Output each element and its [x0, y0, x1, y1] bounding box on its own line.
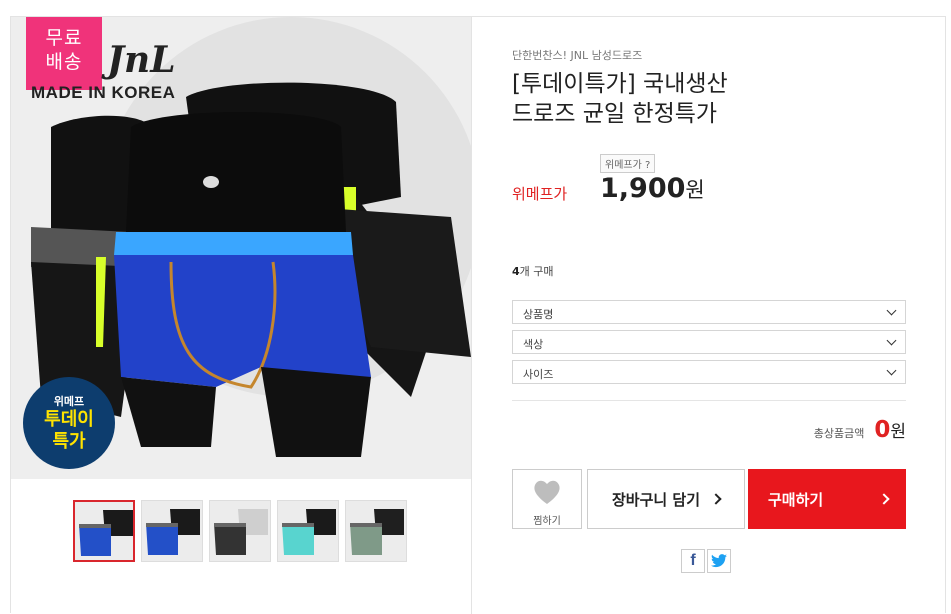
- social-share: f: [681, 549, 731, 573]
- thumbnail-3[interactable]: [209, 500, 271, 562]
- purchase-count: 4개 구매: [512, 263, 554, 279]
- today-badge-line2: 특가: [52, 431, 86, 452]
- chevron-right-icon: [710, 493, 722, 505]
- thumbnail-4[interactable]: [277, 500, 339, 562]
- thumbnail-image: [75, 502, 133, 560]
- today-badge-brand: 위메프: [53, 395, 85, 408]
- facebook-share-button[interactable]: f: [681, 549, 705, 573]
- total-price-label: 총상품금액: [813, 427, 865, 440]
- buy-now-button[interactable]: 구매하기: [748, 469, 906, 529]
- total-price-unit: 원: [890, 422, 906, 442]
- wish-button-label: 찜하기: [533, 516, 561, 527]
- shop-name[interactable]: 단한번찬스! JNL 남성드로즈: [512, 47, 642, 63]
- divider: [512, 400, 906, 401]
- total-price: 총상품금액 0원: [814, 417, 906, 443]
- free-shipping-line1: 무료: [45, 27, 83, 49]
- thumbnail-2[interactable]: [141, 500, 203, 562]
- price: 1,900원: [600, 173, 705, 204]
- product-detail-panel: 무료 배송 JnL MADE IN KOREA 위메프 투데이 특가 단한번찬스…: [10, 16, 946, 614]
- total-price-amount: 0원: [874, 417, 906, 443]
- chevron-down-icon: [886, 335, 897, 346]
- add-to-cart-label: 장바구니 담기: [611, 490, 701, 509]
- purchase-count-suffix: 개 구매: [519, 265, 554, 278]
- option-select-size[interactable]: 사이즈: [512, 360, 906, 384]
- thumbnail-image: [210, 501, 270, 561]
- wish-button[interactable]: 찜하기: [512, 469, 582, 529]
- product-gallery: 무료 배송 JnL MADE IN KOREA 위메프 투데이 특가: [11, 17, 472, 614]
- thumbnail-1[interactable]: [73, 500, 135, 562]
- option-select-label: 사이즈: [523, 368, 554, 381]
- chevron-down-icon: [886, 305, 897, 316]
- option-select-label: 상품명: [523, 308, 554, 321]
- made-in-korea-label: MADE IN KOREA: [31, 83, 176, 102]
- chevron-right-icon: [878, 493, 890, 505]
- add-to-cart-button[interactable]: 장바구니 담기: [587, 469, 745, 529]
- price-value: 1,900: [600, 173, 686, 204]
- twitter-icon: [711, 554, 727, 568]
- product-main-image[interactable]: 무료 배송 JnL MADE IN KOREA 위메프 투데이 특가: [11, 17, 471, 479]
- product-title-line2: 드로즈 균일 한정특가: [512, 101, 718, 127]
- price-label: 위메프가: [512, 185, 568, 203]
- thumbnail-5[interactable]: [345, 500, 407, 562]
- chevron-down-icon: [886, 365, 897, 376]
- price-unit: 원: [685, 178, 705, 202]
- product-title: [투데이특가] 국내생산 드로즈 균일 한정특가: [512, 69, 872, 129]
- price-info-tooltip-button[interactable]: 위메프가 ?: [600, 154, 656, 173]
- thumbnail-image: [346, 501, 406, 561]
- free-shipping-line2: 배송: [45, 51, 83, 73]
- purchase-count-number: 4: [512, 265, 520, 278]
- thumbnail-image: [142, 501, 202, 561]
- facebook-icon: f: [690, 552, 696, 569]
- product-title-line1: [투데이특가] 국내생산: [512, 71, 728, 97]
- brand-logo: JnL: [107, 39, 176, 81]
- twitter-share-button[interactable]: [707, 549, 731, 573]
- today-special-badge: 위메프 투데이 특가: [23, 377, 115, 469]
- buy-now-label: 구매하기: [768, 490, 824, 509]
- option-select-product[interactable]: 상품명: [512, 300, 906, 324]
- heart-icon: [534, 480, 560, 504]
- option-select-label: 색상: [523, 338, 544, 351]
- option-select-color[interactable]: 색상: [512, 330, 906, 354]
- total-price-value: 0: [874, 417, 891, 443]
- thumbnail-strip: [73, 500, 407, 562]
- today-badge-line1: 투데이: [44, 409, 94, 430]
- thumbnail-image: [278, 501, 338, 561]
- free-shipping-badge: 무료 배송: [26, 17, 102, 90]
